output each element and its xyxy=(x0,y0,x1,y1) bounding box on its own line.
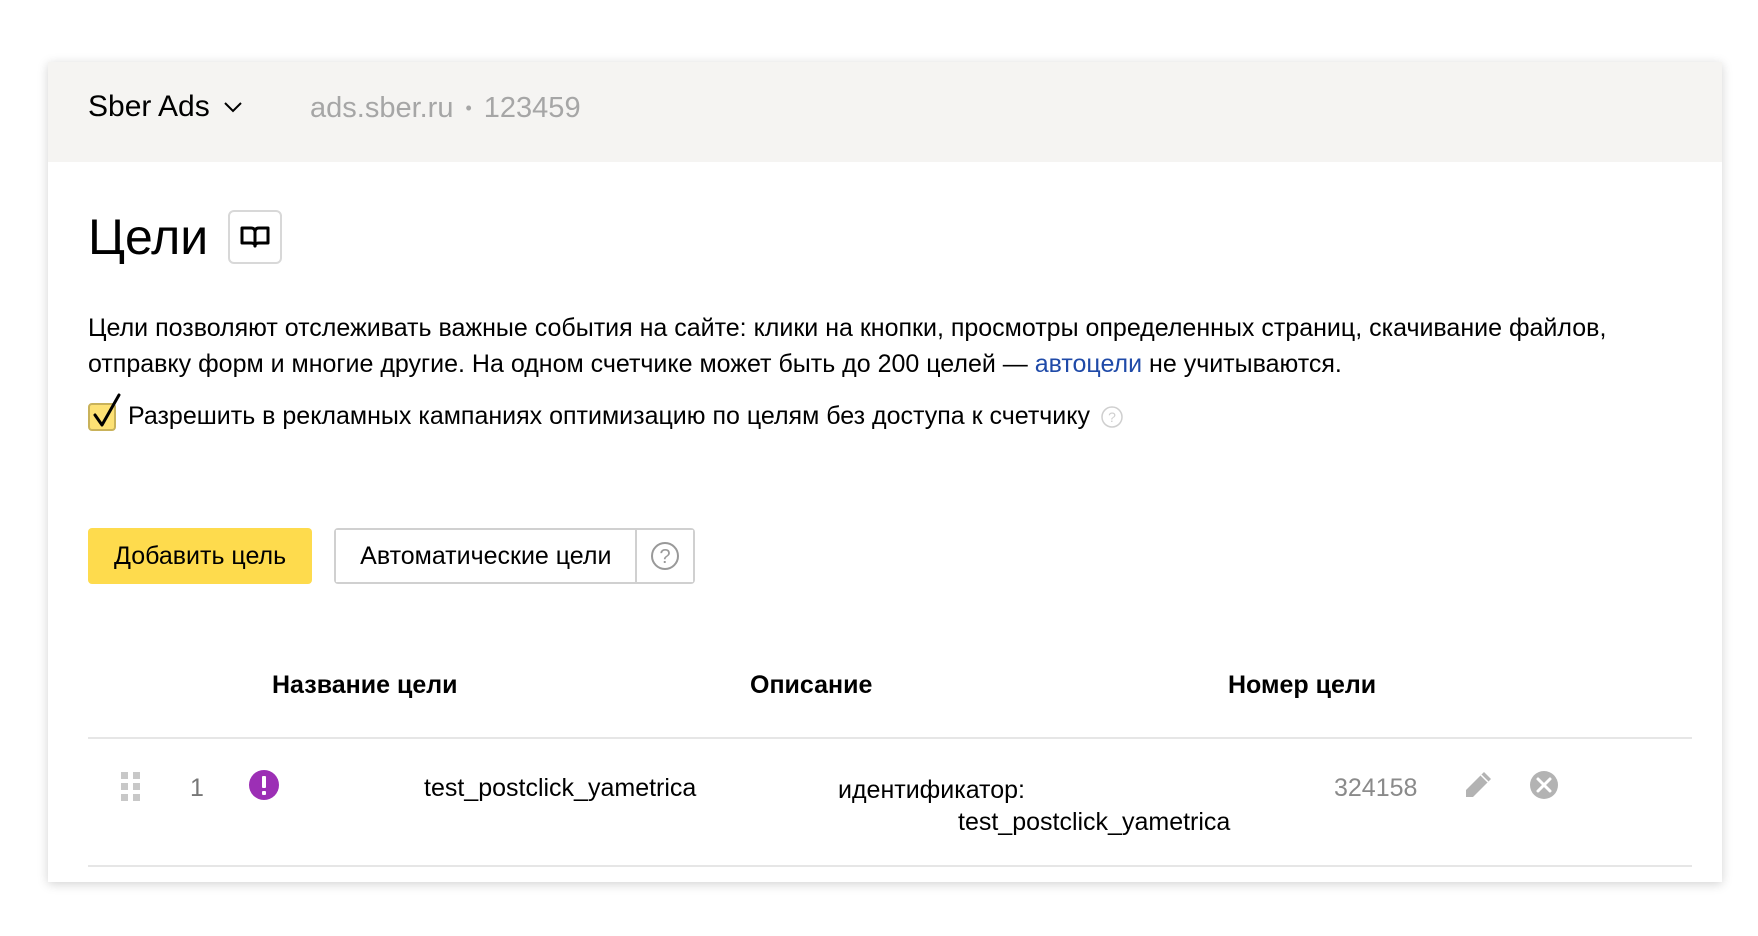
pencil-icon[interactable] xyxy=(1462,769,1494,801)
chevron-down-icon xyxy=(224,102,242,113)
goal-description-line2: test_postclick_yametrica xyxy=(958,808,1231,836)
optimization-checkbox[interactable] xyxy=(88,393,121,431)
question-icon: ? xyxy=(651,542,680,570)
page-title: Цели xyxy=(88,209,209,265)
goals-table-header: Название цели Описание Номер цели xyxy=(88,667,1692,739)
drag-handle-icon[interactable] xyxy=(120,771,142,803)
description-text: Цели позволяют отслеживать важные событи… xyxy=(88,314,1607,378)
counter-id: 123459 xyxy=(483,92,581,124)
close-circle-icon[interactable] xyxy=(1528,769,1560,801)
column-goal-name: Название цели xyxy=(272,671,458,699)
actions-row: Добавить цель Автоматические цели ? xyxy=(88,528,696,584)
help-book-button[interactable] xyxy=(228,210,283,264)
row-index: 1 xyxy=(190,774,204,802)
meta-separator: • xyxy=(465,98,472,118)
autogoals-link[interactable]: автоцели xyxy=(1035,350,1142,378)
optimization-label: Разрешить в рекламных кампаниях оптимиза… xyxy=(128,402,1090,430)
counter-selector[interactable]: Sber Ads xyxy=(88,90,244,124)
description-tail: не учитываются. xyxy=(1142,350,1342,378)
svg-text:?: ? xyxy=(1108,409,1116,425)
table-row: 1 test_postclick_yametrica идентификатор… xyxy=(88,739,1692,867)
goal-number: 324158 xyxy=(1334,774,1418,802)
checkmark-icon xyxy=(93,393,121,426)
book-icon xyxy=(240,226,270,248)
warning-icon[interactable] xyxy=(248,769,280,801)
counter-site: ads.sber.ru xyxy=(310,92,454,124)
goals-card: Sber Ads ads.sber.ru • 123459 Цели Цели … xyxy=(48,62,1722,882)
counter-header: Sber Ads ads.sber.ru • 123459 xyxy=(48,62,1722,162)
auto-goals-button[interactable]: Автоматические цели xyxy=(336,530,638,582)
add-goal-button[interactable]: Добавить цель xyxy=(88,528,313,584)
goals-description: Цели позволяют отслеживать важные событи… xyxy=(88,310,1688,382)
goal-name: test_postclick_yametrica xyxy=(424,774,697,802)
counter-meta: ads.sber.ru • 123459 xyxy=(310,92,581,125)
svg-text:?: ? xyxy=(660,546,671,568)
column-goal-number: Номер цели xyxy=(1228,671,1377,699)
goal-description-line1: идентификатор: xyxy=(838,776,1025,804)
goal-description: идентификатор: test_postclick_yametrica xyxy=(838,774,1230,838)
auto-goals-group: Автоматические цели ? xyxy=(334,528,696,584)
auto-goals-help-button[interactable]: ? xyxy=(637,530,694,582)
title-row: Цели xyxy=(88,208,283,266)
optimization-option: Разрешить в рекламных кампаниях оптимиза… xyxy=(88,393,1124,431)
counter-name: Sber Ads xyxy=(88,90,210,123)
question-icon[interactable]: ? xyxy=(1100,405,1124,429)
column-description: Описание xyxy=(750,671,873,699)
